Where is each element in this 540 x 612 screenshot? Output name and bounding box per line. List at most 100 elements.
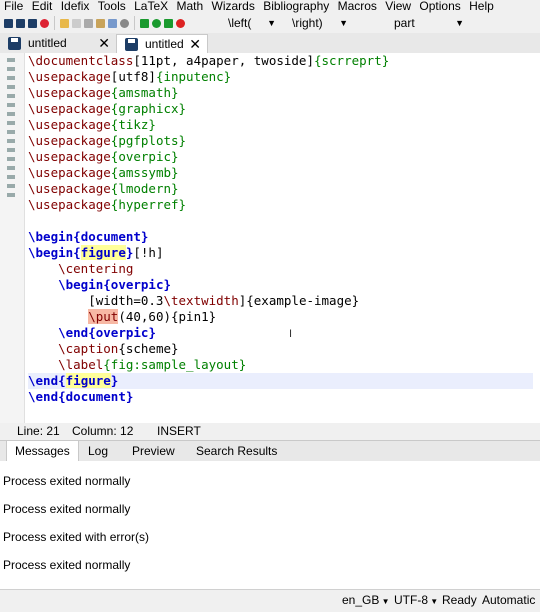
redo-icon[interactable] xyxy=(72,18,81,28)
code-token: {amssymb} xyxy=(110,165,179,180)
save-icon[interactable] xyxy=(16,18,25,28)
tab-preview[interactable]: Preview xyxy=(124,441,183,461)
code-line[interactable]: \begin{document} xyxy=(28,229,533,245)
gutter-mark xyxy=(7,130,15,134)
view-icon[interactable] xyxy=(164,18,173,28)
new-file-icon[interactable] xyxy=(4,18,13,28)
language-value: en_GB xyxy=(342,593,380,607)
code-token: } xyxy=(163,277,172,292)
code-line[interactable]: \usepackage{lmodern} xyxy=(28,181,533,197)
tab-log[interactable]: Log xyxy=(80,441,116,461)
toolbar: \left( ▼ \right) ▼ part ▼ xyxy=(0,13,540,33)
menu-tools[interactable]: Tools xyxy=(98,0,126,13)
encoding-selector[interactable]: UTF-8 ▼ xyxy=(394,590,438,612)
right-delimiter-value: \right) xyxy=(292,16,323,30)
copy-icon[interactable] xyxy=(96,18,105,28)
code-line[interactable]: \begin{overpic} xyxy=(28,277,533,293)
code-token: } xyxy=(125,389,134,404)
menu-math[interactable]: Math xyxy=(176,0,203,13)
code-token: {amsmath} xyxy=(110,85,179,100)
find-icon[interactable] xyxy=(120,18,129,28)
language-selector[interactable]: en_GB ▼ xyxy=(342,590,390,612)
left-delimiter-combo[interactable]: \left( ▼ xyxy=(228,14,276,32)
close-icon[interactable]: ✕ xyxy=(189,35,201,54)
code-line[interactable]: \begin{figure}[!h] xyxy=(28,245,533,261)
save-all-icon[interactable] xyxy=(28,18,37,28)
code-line[interactable]: \usepackage{hyperref} xyxy=(28,197,533,213)
tab-untitled-2[interactable]: untitled ✕ xyxy=(116,34,208,53)
list-item[interactable]: Process exited with error(s) xyxy=(3,530,149,544)
code-line[interactable]: \end{overpic} xyxy=(28,325,533,341)
menu-macros[interactable]: Macros xyxy=(338,0,377,13)
build-run-icon[interactable] xyxy=(140,18,149,28)
gutter-mark xyxy=(7,103,15,107)
menu-bibliography[interactable]: Bibliography xyxy=(263,0,329,13)
chevron-down-icon: ▼ xyxy=(339,18,348,28)
status-column: Column: 12 xyxy=(72,424,134,438)
menu-wizards[interactable]: Wizards xyxy=(212,0,255,13)
tab-untitled-1[interactable]: untitled ✕ xyxy=(0,34,116,53)
code-token: {lmodern} xyxy=(110,181,179,196)
compile-mode[interactable]: Automatic xyxy=(482,590,535,611)
code-line[interactable]: \end{figure} xyxy=(28,373,533,389)
menu-file[interactable]: File xyxy=(4,0,23,13)
code-line[interactable]: \usepackage{graphicx} xyxy=(28,101,533,117)
stop-icon[interactable] xyxy=(176,18,185,28)
paste-icon[interactable] xyxy=(108,18,117,28)
list-item[interactable]: Process exited normally xyxy=(3,558,130,572)
gutter-mark xyxy=(7,193,15,197)
menu-edit[interactable]: Edit xyxy=(32,0,53,13)
code-line[interactable]: \centering xyxy=(28,261,533,277)
list-item[interactable]: Process exited normally xyxy=(3,474,130,488)
code-line[interactable]: \put(40,60){pin1} xyxy=(28,309,533,325)
code-line[interactable]: \end{document} xyxy=(28,389,533,405)
code-line[interactable]: \usepackage{amssymb} xyxy=(28,165,533,181)
undo-icon[interactable] xyxy=(60,18,69,28)
code-line[interactable]: \usepackage{tikz} xyxy=(28,117,533,133)
code-token: \documentclass xyxy=(28,53,134,68)
compile-icon[interactable] xyxy=(152,18,161,28)
cut-icon[interactable] xyxy=(84,18,93,28)
left-delimiter-value: \left( xyxy=(228,16,252,30)
editor-status: Line: 21 Column: 12 INSERT xyxy=(0,423,540,440)
close-file-icon[interactable] xyxy=(40,18,49,28)
code-token: \usepackage xyxy=(28,101,111,116)
code-token: \usepackage xyxy=(28,133,111,148)
menu-bar: File Edit Idefix Tools LaTeX Math Wizard… xyxy=(0,0,540,13)
menu-latex[interactable]: LaTeX xyxy=(134,0,168,13)
code-line[interactable]: \usepackage{amsmath} xyxy=(28,85,533,101)
menu-help[interactable]: Help xyxy=(469,0,494,13)
code-line[interactable]: \caption{scheme} xyxy=(28,341,533,357)
code-line[interactable] xyxy=(28,213,533,229)
gutter-mark xyxy=(7,94,15,98)
right-delimiter-combo[interactable]: \right) ▼ xyxy=(292,14,348,32)
code-line[interactable]: \label{fig:sample_layout} xyxy=(28,357,533,373)
menu-view[interactable]: View xyxy=(385,0,411,13)
code-editor[interactable]: \documentclass[11pt, a4paper, twoside]{s… xyxy=(0,53,540,423)
gutter-mark xyxy=(7,175,15,179)
code-line[interactable]: \usepackage{pgfplots} xyxy=(28,133,533,149)
code-line[interactable]: \usepackage{overpic} xyxy=(28,149,533,165)
menu-options[interactable]: Options xyxy=(419,0,460,13)
code-token: {scrreprt} xyxy=(313,53,390,68)
code-token: [!h] xyxy=(133,245,164,260)
save-icon xyxy=(125,38,138,51)
code-token: \textwidth xyxy=(163,293,239,308)
tab-messages[interactable]: Messages xyxy=(6,441,79,461)
code-line[interactable]: \usepackage[utf8]{inputenc} xyxy=(28,69,533,85)
gutter-mark xyxy=(7,58,15,62)
list-item[interactable]: Process exited normally xyxy=(3,502,130,516)
code-line[interactable]: \documentclass[11pt, a4paper, twoside]{s… xyxy=(28,53,533,69)
status-mode: INSERT xyxy=(157,424,201,438)
structure-combo[interactable]: part ▼ xyxy=(394,14,464,32)
structure-gutter xyxy=(0,53,25,423)
code-text[interactable]: \documentclass[11pt, a4paper, twoside]{s… xyxy=(28,53,533,405)
menu-idefix[interactable]: Idefix xyxy=(61,0,90,13)
tab-search-results[interactable]: Search Results xyxy=(188,441,285,461)
gutter-mark xyxy=(7,148,15,152)
close-icon[interactable]: ✕ xyxy=(98,34,110,53)
gutter-mark xyxy=(7,157,15,161)
code-line[interactable]: [width=0.3\textwidth]{example-image} xyxy=(28,293,533,309)
